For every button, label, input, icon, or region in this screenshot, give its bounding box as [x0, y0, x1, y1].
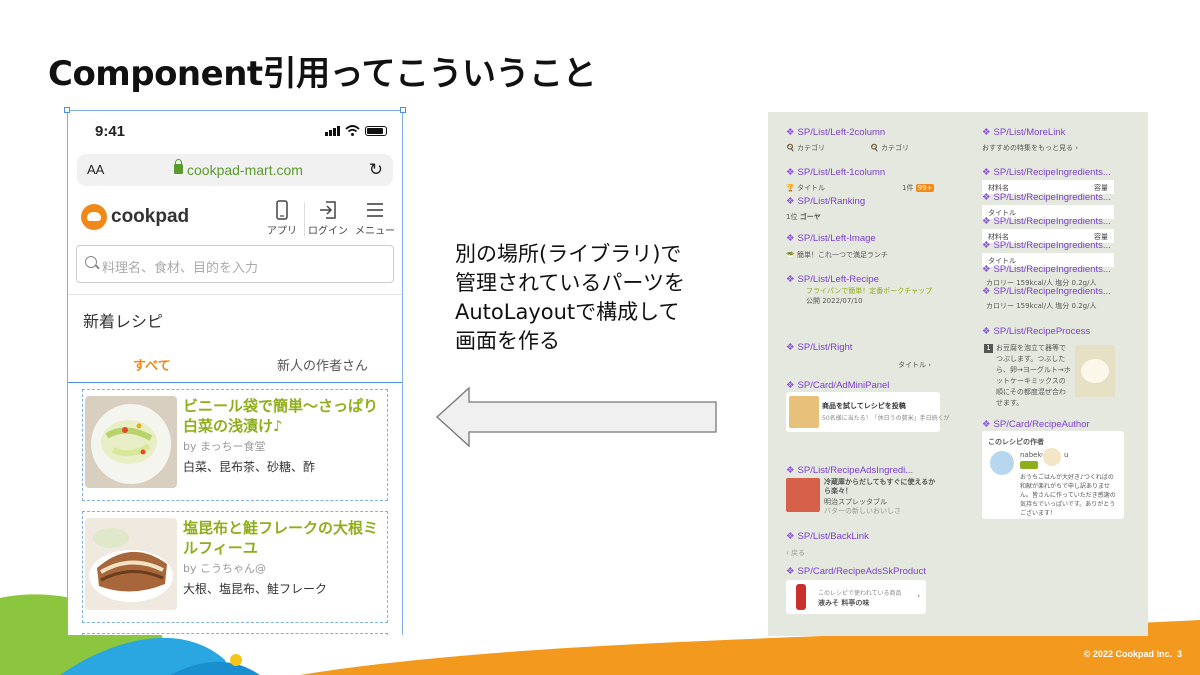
recipe-item[interactable] — [82, 633, 388, 635]
component-label[interactable]: ❖ SP/List/Left-1column — [786, 167, 885, 178]
recipe-author-card[interactable]: このレシピの作者 nabeko u おうちごはんが大好き♪つくればの和献が楽れが… — [982, 431, 1124, 519]
component-label[interactable]: ❖ SP/List/RecipeIngredients... — [982, 167, 1111, 178]
component-preview: タイトル › — [898, 361, 932, 369]
recipe-title[interactable]: 塩昆布と鮭フレークの大根ミルフィーユ — [183, 518, 388, 558]
ads-product-card[interactable]: このレシピで使われている商品 液みそ 料亭の味 › — [786, 580, 926, 614]
recipe-thumbnail — [85, 518, 177, 610]
footer-copyright: © 2022 Cookpad Inc. 3 — [1083, 649, 1182, 659]
component-preview: 🍳 カテゴリ — [870, 144, 909, 152]
component-label[interactable]: ❖ SP/List/Left-2column — [786, 127, 885, 138]
phone-screen: 9:41 AA cookpad-mart.com ↻ cookpad アプリ ロ… — [67, 110, 403, 635]
component-label[interactable]: ❖ SP/List/BackLink — [786, 531, 869, 542]
nav-login-label: ログイン — [308, 226, 348, 237]
logo-text: cookpad — [111, 206, 190, 227]
ad-thumbnail — [789, 396, 819, 428]
section-title: 新着レシピ — [83, 312, 164, 331]
recipe-ingredients: 白菜、昆布茶、砂糖、酢 — [183, 460, 316, 474]
component-label[interactable]: ❖ SP/List/RecipeIngredients... — [982, 216, 1111, 227]
component-preview: 🥗 簡単！これ一つで満足ランチ — [786, 251, 888, 259]
component-label[interactable]: ❖ SP/List/RecipeIngredients... — [982, 240, 1111, 251]
browser-url-bar[interactable]: AA cookpad-mart.com ↻ — [77, 154, 393, 186]
phone-icon — [276, 200, 288, 220]
ad-thumbnail — [786, 478, 820, 512]
url-text: cookpad-mart.com — [187, 162, 303, 178]
recipe-thumbnail — [85, 396, 177, 488]
divider — [67, 294, 403, 295]
recipe-author: by まっちー食堂 — [183, 440, 266, 453]
status-time: 9:41 — [95, 123, 126, 140]
recipe-ingredients: 大根、塩昆布、鮭フレーク — [183, 582, 328, 596]
nav-menu-button[interactable]: メニュー — [355, 200, 395, 237]
ad-mini-panel-card[interactable]: 商品を試してレシピを投稿 50名様に当たる！「休日うの贅米」手日続くが — [786, 392, 950, 432]
cookpad-logo[interactable]: cookpad — [81, 204, 189, 230]
nav-divider — [304, 202, 305, 236]
component-preview: 🏆 タイトル — [786, 184, 825, 192]
component-label[interactable]: ❖ SP/Card/RecipeAuthor — [982, 419, 1090, 430]
status-icons — [325, 125, 387, 136]
component-preview: 🍳 カテゴリ — [786, 144, 825, 152]
product-bottle-icon — [796, 584, 806, 610]
component-preview: 公開 2022/07/10 — [806, 297, 863, 305]
tab-new-authors[interactable]: 新人の作者さん — [277, 355, 368, 374]
recipe-item[interactable]: ビニール袋で簡単〜さっぱり白菜の浅漬け♪ by まっちー食堂 白菜、昆布茶、砂糖… — [82, 389, 388, 501]
cookpad-chef-hat-icon — [81, 204, 107, 230]
signal-icon — [325, 126, 340, 136]
component-label[interactable]: ❖ SP/List/Ranking — [786, 196, 865, 207]
recipe-list: ビニール袋で簡単〜さっぱり白菜の浅漬け♪ by まっちー食堂 白菜、昆布茶、砂糖… — [67, 382, 403, 635]
recipe-author: by こうちゃん@ — [183, 562, 266, 575]
tab-all[interactable]: すべて — [133, 355, 171, 374]
explanation-text: 別の場所(ライブラリ)で 管理されているパーツを AutoLayoutで構成して… — [455, 242, 685, 353]
status-badge — [1020, 461, 1038, 469]
component-preview: 1件 99+ — [902, 184, 935, 192]
component-label[interactable]: ❖ SP/List/RecipeIngredients... — [982, 264, 1111, 275]
component-label[interactable]: ❖ SP/List/Right — [786, 342, 852, 353]
nutrition-row: カロリー 159kcal/人 塩分 0.2g/人 — [986, 302, 1097, 310]
process-photo — [1075, 345, 1115, 397]
login-icon — [320, 201, 336, 219]
component-preview: バターの新しいおいしさ — [824, 507, 901, 515]
reload-icon[interactable]: ↻ — [369, 160, 383, 180]
slide-title: Component引用ってこういうこと — [48, 54, 596, 94]
search-input[interactable]: 料理名、食材、目的を入力 — [76, 245, 394, 283]
text-size-button[interactable]: AA — [87, 162, 104, 177]
avatar-badge — [1042, 447, 1062, 467]
process-text: お豆腐を泡立て器等でつぶします。つぶしたら、卵→ヨーグルト→ホットケーキミックス… — [996, 344, 1071, 407]
component-label[interactable]: ❖ SP/List/Left-Image — [786, 233, 876, 244]
lock-icon — [174, 159, 183, 174]
left-arrow-icon — [436, 386, 717, 448]
component-preview: フライパンで簡単！定番ポークチャップ — [806, 287, 933, 295]
component-label[interactable]: ❖ SP/List/Left-Recipe — [786, 274, 879, 285]
status-bar: 9:41 — [67, 110, 403, 152]
battery-icon — [365, 126, 387, 136]
page-number: 3 — [1176, 649, 1182, 659]
nav-login-button[interactable]: ログイン — [308, 200, 348, 237]
step-number-badge: 1 — [984, 344, 993, 353]
menu-icon — [367, 203, 383, 217]
component-preview: 冷蔵庫からだしてもすぐに使えるから楽々！ — [824, 478, 936, 495]
nav-menu-label: メニュー — [355, 226, 395, 237]
recipe-title[interactable]: ビニール袋で簡単〜さっぱり白菜の浅漬け♪ — [183, 396, 388, 436]
back-link[interactable]: ‹ 戻る — [786, 548, 805, 558]
component-label[interactable]: ❖ SP/Card/RecipeAdsSkProduct — [786, 566, 926, 577]
search-placeholder: 料理名、食材、目的を入力 — [102, 261, 259, 276]
avatar — [990, 451, 1014, 475]
wifi-icon — [345, 125, 360, 136]
recipe-item[interactable]: 塩昆布と鮭フレークの大根ミルフィーユ by こうちゃん@ 大根、塩昆布、鮭フレー… — [82, 511, 388, 623]
nav-app-label: アプリ — [267, 226, 297, 237]
nav-app-button[interactable]: アプリ — [267, 200, 297, 237]
search-icon — [85, 256, 97, 268]
component-label[interactable]: ❖ SP/List/MoreLink — [982, 127, 1065, 138]
component-label[interactable]: ❖ SP/List/RecipeProcess — [982, 326, 1090, 337]
component-label[interactable]: ❖ SP/List/RecipeIngredients... — [982, 286, 1111, 297]
component-label[interactable]: ❖ SP/Card/AdMiniPanel — [786, 380, 889, 391]
component-label[interactable]: ❖ SP/List/RecipeAdsIngredi... — [786, 465, 913, 476]
component-label[interactable]: ❖ SP/List/RecipeIngredients... — [982, 192, 1111, 203]
component-preview: 1位 ゴーヤ — [786, 213, 821, 221]
more-link[interactable]: おすすめの特集をもっと見る › — [982, 143, 1078, 153]
